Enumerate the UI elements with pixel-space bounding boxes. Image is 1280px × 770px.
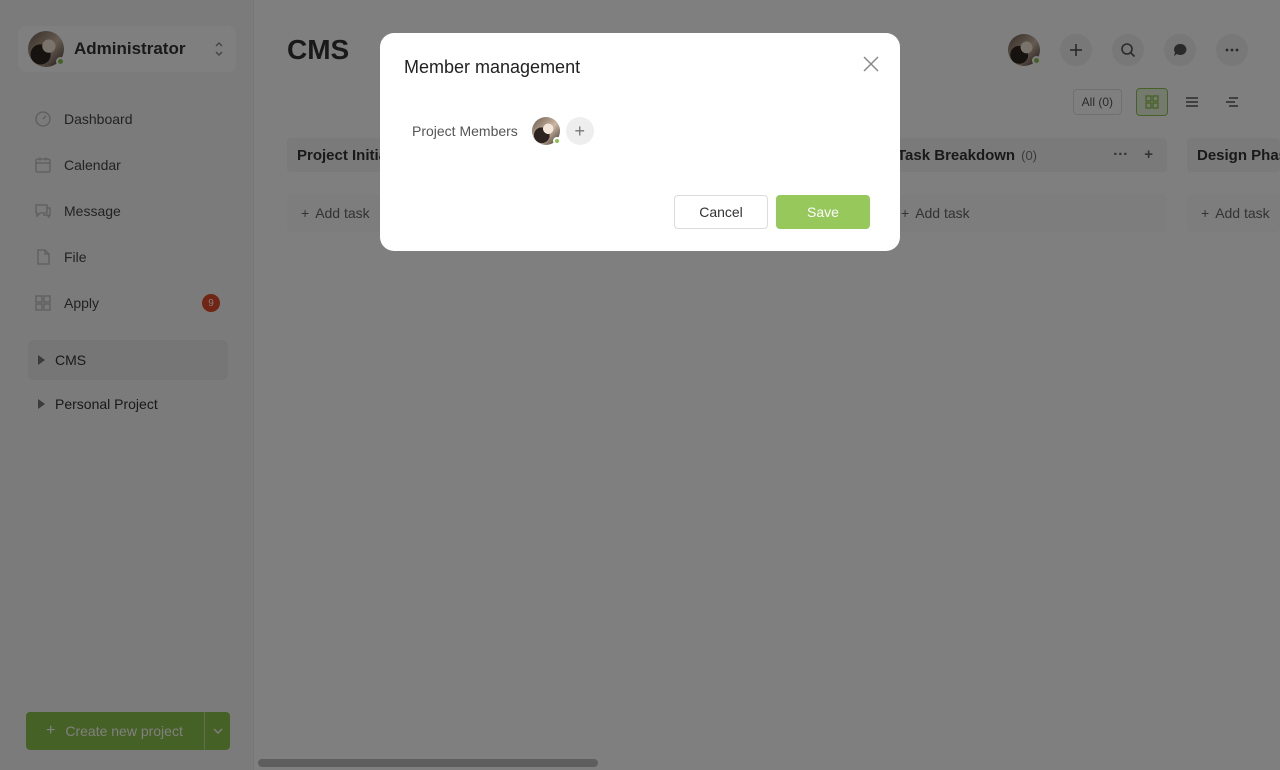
member-management-dialog: Member management Project Members + Canc… <box>380 33 900 251</box>
cancel-button[interactable]: Cancel <box>674 195 768 229</box>
member-avatar[interactable] <box>531 117 561 145</box>
save-button[interactable]: Save <box>776 195 870 229</box>
add-member-button[interactable]: + <box>565 117 594 145</box>
close-icon[interactable] <box>862 55 880 73</box>
members-label: Project Members <box>412 123 518 139</box>
plus-icon: + <box>574 120 586 141</box>
dialog-title: Member management <box>404 57 581 77</box>
members-row: Project Members + <box>412 117 594 145</box>
online-status-dot <box>552 137 561 145</box>
